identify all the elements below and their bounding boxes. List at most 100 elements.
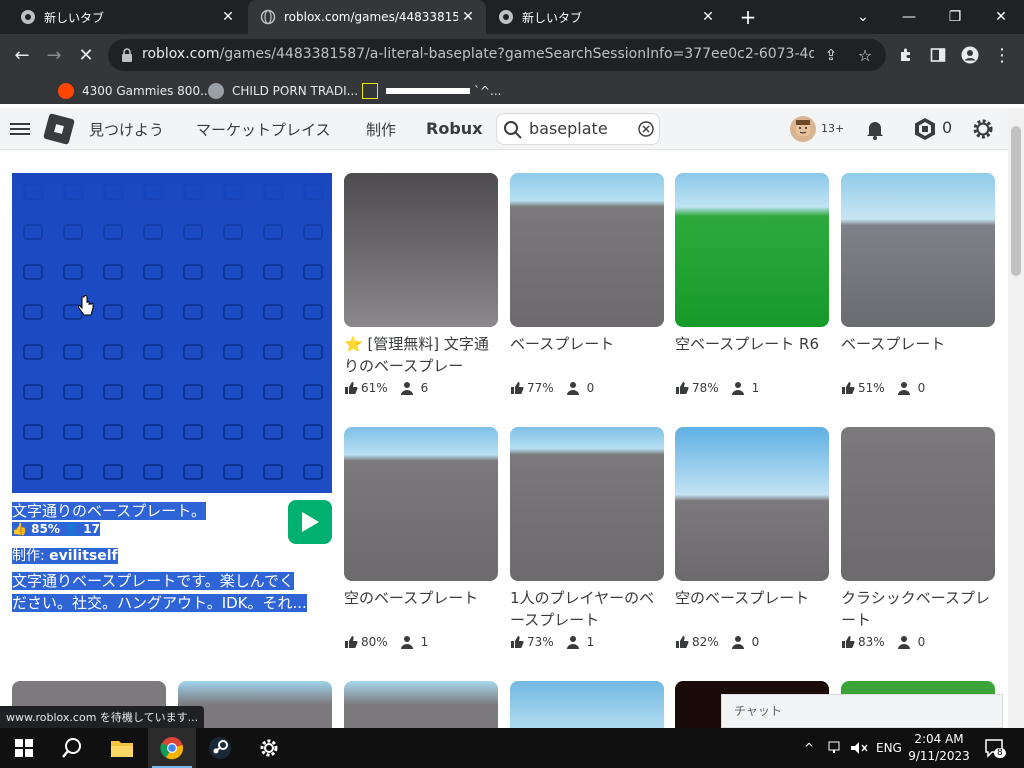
url-text: roblox.com/games/4483381587/a-literal-ba…: [142, 46, 814, 62]
extensions-icon[interactable]: [893, 42, 919, 68]
system-clock[interactable]: 2:04 AM 9/11/2023: [906, 731, 972, 765]
bookmark-item[interactable]: CHILD PORN TRADI...: [208, 81, 358, 101]
menu-icon[interactable]: [10, 120, 30, 138]
play-button[interactable]: [288, 500, 332, 544]
file-explorer-button[interactable]: [98, 728, 146, 768]
search-input[interactable]: baseplate: [529, 119, 608, 138]
bookmark-item[interactable]: `^...: [362, 81, 502, 101]
game-card-title[interactable]: 空のベースプレート: [675, 587, 829, 631]
new-tab-button[interactable]: +: [736, 5, 760, 29]
chrome-icon: [20, 9, 36, 25]
featured-game-description: 文字通りベースプレートです。楽しんでく ださい。社交。ハングアウト。IDK。それ.…: [12, 572, 307, 612]
thumbs-up-icon: 👍: [12, 522, 32, 536]
page-scrollbar[interactable]: [1008, 108, 1024, 728]
game-card[interactable]: 1人のプレイヤーのベースプレート 73% 1: [510, 427, 664, 649]
player-icon: [400, 382, 413, 395]
game-card-thumbnail[interactable]: [675, 173, 829, 327]
nav-robux[interactable]: Robux: [426, 119, 482, 138]
tab-roblox[interactable]: roblox.com/games/4483381587/ ✕: [248, 0, 486, 34]
like-ratio: 82%: [692, 635, 719, 649]
game-card-thumbnail[interactable]: [675, 427, 829, 581]
featured-game-thumbnail[interactable]: [12, 173, 332, 493]
chrome-taskbar-button[interactable]: [148, 728, 196, 768]
game-card-title[interactable]: 空ベースプレート R6: [675, 333, 829, 377]
player-icon: [731, 382, 744, 395]
game-card-title[interactable]: ベースプレート: [510, 333, 664, 377]
like-ratio: 73%: [527, 635, 554, 649]
game-card-thumbnail[interactable]: [510, 173, 664, 327]
robux-icon[interactable]: [912, 116, 938, 142]
game-card-thumbnail[interactable]: [344, 427, 498, 581]
scrollbar-thumb[interactable]: [1011, 126, 1021, 276]
close-tab-icon[interactable]: ✕: [458, 9, 478, 25]
game-card-title[interactable]: ベースプレート: [841, 333, 995, 377]
notifications-button[interactable]: 8: [984, 728, 1006, 768]
settings-button[interactable]: [245, 728, 293, 768]
game-card-stats: 61% 6: [344, 381, 498, 395]
nav-discover[interactable]: 見つけよう: [89, 119, 164, 140]
like-ratio: 61%: [361, 381, 388, 395]
game-card[interactable]: 空ベースプレート R6 78% 1: [675, 173, 829, 395]
language-indicator[interactable]: ENG: [876, 728, 902, 768]
search-box[interactable]: baseplate: [496, 113, 660, 145]
close-tab-icon[interactable]: ✕: [218, 9, 238, 25]
game-card-title[interactable]: 1人のプレイヤーのベースプレート: [510, 587, 664, 631]
game-card-thumbnail[interactable]: [510, 681, 664, 728]
close-tab-icon[interactable]: ✕: [698, 9, 718, 25]
roblox-logo[interactable]: [43, 113, 75, 145]
game-card-thumbnail[interactable]: [344, 173, 498, 327]
featured-game-creator[interactable]: 制作: evilitself: [12, 545, 118, 565]
back-button[interactable]: ←: [9, 42, 35, 68]
address-bar[interactable]: roblox.com/games/4483381587/a-literal-ba…: [108, 39, 886, 71]
bell-icon[interactable]: [862, 116, 888, 142]
clear-search-icon[interactable]: [638, 121, 654, 137]
game-card-title[interactable]: 空のベースプレート: [344, 587, 498, 631]
nav-marketplace[interactable]: マーケットプレイス: [196, 119, 331, 140]
restore-button[interactable]: ❐: [932, 0, 978, 34]
game-card-thumbnail[interactable]: [344, 681, 498, 728]
game-card-title[interactable]: ⭐ [管理無料] 文字通りのベースプレー: [344, 333, 498, 377]
more-menu-icon[interactable]: ⋮: [989, 42, 1015, 68]
stop-loading-button[interactable]: ✕: [73, 42, 99, 68]
bookmark-star-icon[interactable]: ☆: [852, 42, 878, 68]
game-card-thumbnail[interactable]: [841, 427, 995, 581]
player-count: 0: [917, 381, 926, 395]
steam-button[interactable]: [196, 728, 244, 768]
game-card[interactable]: ベースプレート 51% 0: [841, 173, 995, 395]
profile-icon[interactable]: [957, 42, 983, 68]
close-window-button[interactable]: ✕: [978, 0, 1024, 34]
tab-title: 新しいタブ: [44, 10, 105, 25]
nav-create[interactable]: 制作: [366, 119, 396, 140]
game-card-title[interactable]: クラシックベースプレート: [841, 587, 995, 631]
avatar[interactable]: [790, 116, 816, 142]
tab-new-tab-2[interactable]: 新しいタブ ✕: [486, 0, 726, 34]
game-card-thumbnail[interactable]: [841, 173, 995, 327]
side-panel-icon[interactable]: [925, 42, 951, 68]
chevron-down-icon[interactable]: ⌄: [840, 0, 886, 34]
gear-icon[interactable]: [970, 116, 996, 142]
game-card[interactable]: クラシックベースプレート 83% 0: [841, 427, 995, 649]
player-count: 1: [751, 381, 760, 395]
game-card-thumbnail[interactable]: [510, 427, 664, 581]
game-card[interactable]: 空のベースプレート 80% 1: [344, 427, 498, 649]
featured-game-title[interactable]: 文字通りのベースプレート。: [12, 500, 206, 521]
game-card-stats: 51% 0: [841, 381, 995, 395]
share-icon[interactable]: ⇪: [818, 42, 844, 68]
volume-muted-icon[interactable]: [850, 728, 868, 768]
network-icon[interactable]: [828, 728, 844, 768]
start-button[interactable]: [0, 728, 48, 768]
game-card[interactable]: ⭐ [管理無料] 文字通りのベースプレー 61% 6: [344, 173, 498, 395]
tray-chevron-icon[interactable]: ^: [804, 728, 814, 768]
windows-taskbar: ^ ENG 2:04 AM 9/11/2023 8: [0, 728, 1024, 768]
bookmark-item[interactable]: 4300 Gammies 800...: [58, 81, 212, 101]
tab-new-tab-1[interactable]: 新しいタブ ✕: [0, 0, 246, 34]
search-taskbar-button[interactable]: [48, 728, 96, 768]
game-card[interactable]: 空のベースプレート 82% 0: [675, 427, 829, 649]
tab-title: roblox.com/games/4483381587/: [284, 10, 458, 24]
chat-panel[interactable]: チャット: [721, 694, 1003, 728]
bookmark-favicon-icon: [362, 83, 378, 99]
forward-button[interactable]: →: [41, 42, 67, 68]
minimize-button[interactable]: —: [886, 0, 932, 34]
notification-count: 8: [994, 748, 1006, 758]
game-card[interactable]: ベースプレート 77% 0: [510, 173, 664, 395]
